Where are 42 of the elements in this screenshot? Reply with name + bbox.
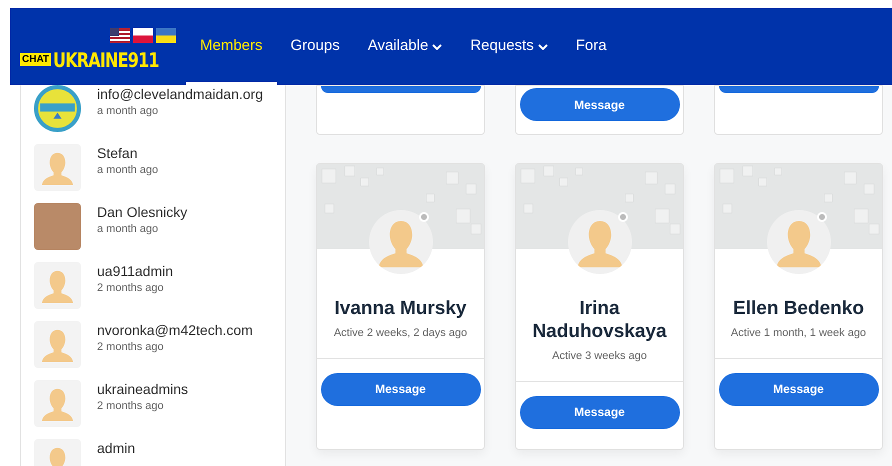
member-name: Stefan <box>97 144 138 162</box>
member-name: Irina Naduhovskaya <box>531 297 668 343</box>
last-active-time: 2 months ago <box>97 340 165 355</box>
member-name: Dan Olesnicky <box>97 203 188 221</box>
member-list-item[interactable]: nvoronka@m42tech.com 2 months ago <box>34 321 285 368</box>
last-active-time: 2 months ago <box>97 399 165 414</box>
last-active-time: a month ago <box>97 163 158 178</box>
member-list-item[interactable]: ukraineadmins 2 months ago <box>34 380 285 427</box>
member-list-item[interactable]: ua911admin 2 months ago <box>34 262 285 309</box>
member-name: ua911admin <box>97 262 174 280</box>
nav-link[interactable]: Available <box>354 8 456 85</box>
flags-icon <box>110 28 176 42</box>
last-active-time: 2 months ago <box>97 281 165 296</box>
message-button[interactable] <box>321 86 481 93</box>
message-button[interactable]: Message <box>520 88 680 121</box>
logo-text: UKRAINE911 <box>53 48 159 70</box>
message-button[interactable]: Message <box>320 372 480 406</box>
logo-badge: CHAT <box>20 53 52 66</box>
message-button[interactable]: Message <box>718 372 878 406</box>
member-list-item[interactable]: Dan Olesnicky a month ago <box>34 203 285 250</box>
member-name: Ivanna Mursky <box>334 297 466 320</box>
member-name: ukraineadmins <box>97 380 188 398</box>
chevron-down-icon <box>432 44 442 50</box>
member-status: Active 3 weeks ago <box>552 349 647 364</box>
member-name: Ellen Bedenko <box>733 297 864 320</box>
nav-link[interactable]: Fora <box>562 8 621 85</box>
last-active-time: a month ago <box>97 104 160 119</box>
member-name: nvoronka@m42tech.com <box>97 321 253 339</box>
nav-link[interactable]: Requests <box>456 8 562 85</box>
member-status: Active 2 weeks, 2 days ago <box>334 326 468 341</box>
member-status: Active 1 month, 1 week ago <box>730 326 866 341</box>
chevron-down-icon <box>538 44 548 50</box>
member-name: admin <box>97 439 136 457</box>
member-list-item[interactable]: Stefan a month ago <box>34 144 285 191</box>
member-name: info@clevelandmaidan.org <box>97 85 263 103</box>
nav-link[interactable]: Groups <box>276 8 354 85</box>
last-active-time: a month ago <box>97 222 160 237</box>
message-button[interactable]: Message <box>520 396 680 428</box>
message-button[interactable] <box>719 86 879 93</box>
member-list-item[interactable]: admin <box>34 439 285 466</box>
nav-link[interactable]: Members <box>186 8 277 85</box>
member-list-item[interactable]: info@clevelandmaidan.org a month ago <box>34 85 285 132</box>
